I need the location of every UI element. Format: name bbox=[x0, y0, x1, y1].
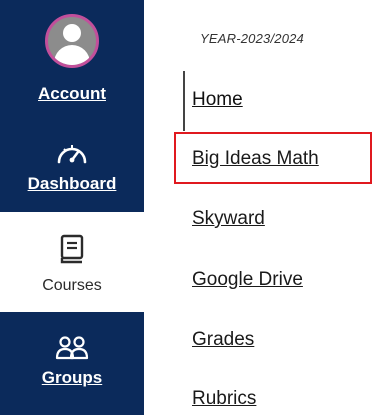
nav-groups-label: Groups bbox=[41, 368, 103, 387]
highlight-box bbox=[174, 132, 372, 184]
nav-courses[interactable]: Courses bbox=[0, 212, 144, 312]
course-nav-skyward[interactable]: Skyward bbox=[192, 207, 265, 231]
nav-dashboard-label: Dashboard bbox=[27, 174, 117, 193]
nav-courses-label: Courses bbox=[42, 277, 102, 294]
dashboard-gauge-icon bbox=[57, 145, 87, 164]
nav-account[interactable]: Account bbox=[0, 0, 144, 122]
global-nav-sidebar: Account Dashboard Courses Groups bbox=[0, 0, 144, 415]
course-nav-rubrics[interactable]: Rubrics bbox=[192, 387, 256, 411]
active-link-indicator bbox=[183, 71, 185, 131]
nav-groups[interactable]: Groups bbox=[0, 312, 144, 415]
groups-people-icon bbox=[55, 336, 89, 360]
course-nav-google-drive[interactable]: Google Drive bbox=[192, 268, 303, 292]
nav-account-label: Account bbox=[38, 84, 106, 103]
account-avatar-icon bbox=[45, 14, 99, 68]
course-nav-grades[interactable]: Grades bbox=[192, 328, 254, 352]
nav-dashboard[interactable]: Dashboard bbox=[0, 122, 144, 212]
course-nav-home[interactable]: Home bbox=[192, 88, 243, 112]
courses-book-icon bbox=[60, 234, 84, 264]
term-label: YEAR-2023/2024 bbox=[200, 31, 304, 46]
